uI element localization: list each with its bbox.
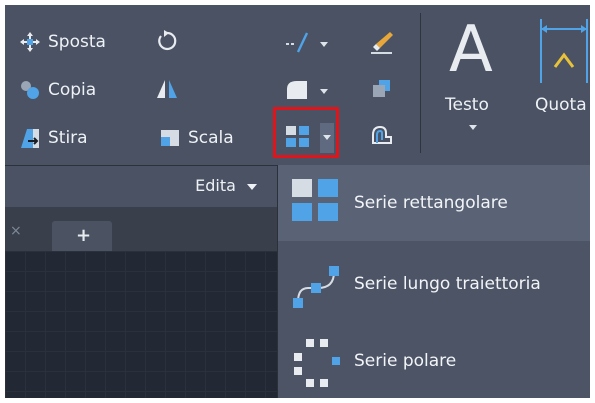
text-tool[interactable]: A Testo: [445, 15, 505, 155]
plus-icon: +: [76, 225, 92, 246]
copy-label: Copia: [48, 80, 97, 100]
fillet-icon: [287, 81, 307, 99]
erase-icon: [371, 32, 393, 54]
erase-tool[interactable]: [370, 30, 394, 54]
chevron-down-icon: [247, 183, 257, 190]
rotate-tool[interactable]: [155, 30, 179, 54]
fillet-tool[interactable]: [285, 77, 309, 101]
edit-panel-title[interactable]: Edita: [5, 165, 277, 208]
mirror-tool[interactable]: [155, 77, 179, 101]
panel-divider: [420, 13, 421, 153]
drawing-tabs: × +: [5, 207, 277, 251]
text-label: Testo: [445, 95, 489, 115]
dimension-icon: [540, 19, 588, 83]
menu-item-label: Serie lungo traiettoria: [354, 274, 541, 294]
polar-array-icon: [294, 339, 340, 387]
explode-tool[interactable]: [370, 77, 394, 101]
explode-icon: [373, 80, 390, 97]
move-tool[interactable]: Sposta: [19, 27, 106, 57]
stretch-tool[interactable]: Stira: [19, 123, 88, 153]
offset-tool[interactable]: [370, 123, 394, 147]
rectangular-array-icon: [292, 179, 338, 221]
offset-icon: [372, 125, 392, 144]
menu-item-label: Serie rettangolare: [354, 193, 508, 213]
array-button-highlight: [273, 107, 339, 158]
dimension-label: Quota: [535, 95, 587, 115]
chevron-down-icon: [469, 125, 477, 130]
close-icon[interactable]: ×: [10, 223, 22, 239]
rotate-icon: [158, 30, 177, 51]
menu-item-polar-array[interactable]: Serie polare: [278, 325, 590, 397]
text-icon: A: [449, 13, 493, 87]
copy-icon: [19, 79, 41, 101]
path-array-icon: [293, 266, 339, 308]
copy-tool[interactable]: Copia: [19, 75, 96, 105]
menu-item-rectangular-array[interactable]: Serie rettangolare: [278, 165, 590, 241]
new-drawing-tab[interactable]: +: [52, 221, 112, 251]
trim-icon: [286, 32, 309, 53]
trim-dropdown-arrow[interactable]: [320, 42, 328, 47]
edit-panel-label: Edita: [195, 176, 257, 195]
stretch-icon: [19, 126, 41, 150]
trim-tool[interactable]: [285, 30, 309, 54]
scale-label: Scala: [188, 128, 234, 148]
autocad-window: Sposta Copia Stira Scala A Testo Quota E…: [5, 5, 590, 398]
fillet-dropdown-arrow[interactable]: [320, 89, 328, 94]
stretch-label: Stira: [48, 128, 88, 148]
drawing-canvas[interactable]: [5, 251, 277, 398]
array-dropdown-menu: Serie rettangolare Serie lungo traiettor…: [277, 165, 590, 398]
move-label: Sposta: [48, 32, 106, 52]
mirror-icon: [157, 80, 177, 98]
scale-tool[interactable]: Scala: [159, 123, 234, 153]
menu-item-path-array[interactable]: Serie lungo traiettoria: [278, 249, 590, 319]
move-icon: [19, 31, 41, 53]
menu-item-label: Serie polare: [354, 351, 457, 371]
dimension-tool[interactable]: Quota: [531, 15, 590, 155]
scale-icon: [159, 127, 181, 149]
